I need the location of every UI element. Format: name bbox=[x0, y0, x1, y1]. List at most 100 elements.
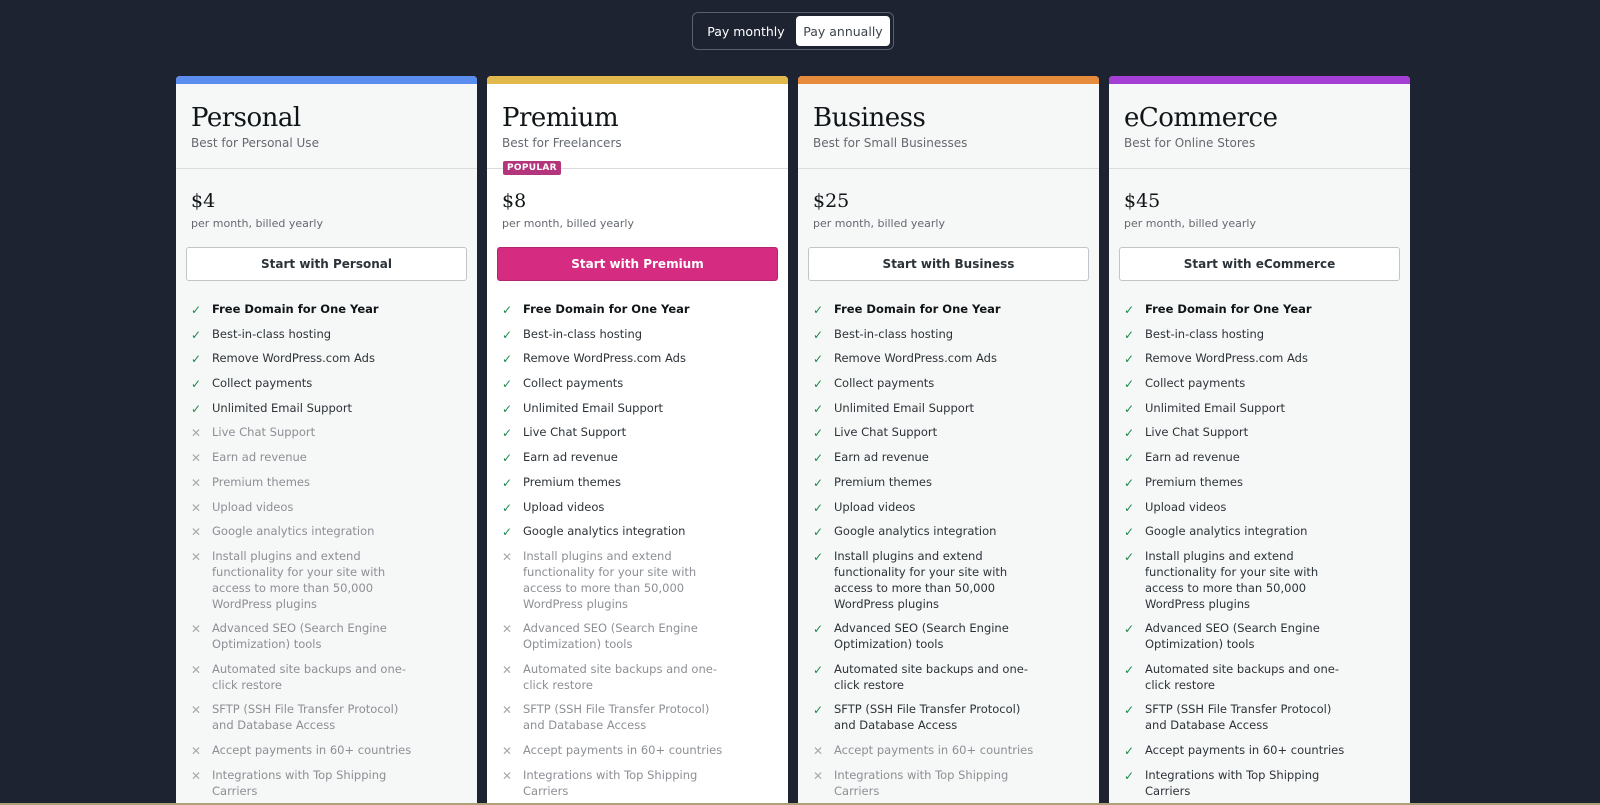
feature-label: Automated site backups and one-click res… bbox=[212, 661, 406, 692]
feature-item: ✕ SFTP (SSH File Transfer Protocol) and D… bbox=[502, 701, 773, 733]
check-icon: ✓ bbox=[1124, 451, 1135, 466]
feature-list: ✓ Free Domain for One Year ✓ Best-in-class … bbox=[487, 281, 788, 799]
feature-label: Best-in-class hosting bbox=[523, 326, 643, 341]
feature-item: ✓ Collect payments bbox=[1124, 375, 1395, 400]
feature-label: Google analytics integration bbox=[1145, 524, 1308, 539]
feature-item: ✕ Install plugins and extend functionalit… bbox=[502, 548, 773, 612]
pay-monthly-button[interactable]: Pay monthly bbox=[696, 16, 796, 46]
cross-icon: ✕ bbox=[502, 662, 513, 677]
start-with-ecommerce-button[interactable]: Start with eCommerce bbox=[1119, 247, 1400, 281]
feature-label: Live Chat Support bbox=[1145, 425, 1249, 440]
plan-color-stripe bbox=[1109, 76, 1410, 84]
plan-tagline: Best for Small Businesses bbox=[813, 136, 968, 150]
check-icon: ✓ bbox=[191, 352, 202, 367]
check-icon: ✓ bbox=[191, 401, 202, 416]
feature-item: ✓ Collect payments bbox=[813, 375, 1084, 400]
feature-label: Accept payments in 60+ countries bbox=[523, 742, 723, 757]
cross-icon: ✕ bbox=[191, 475, 202, 490]
feature-label: Upload videos bbox=[523, 499, 605, 514]
feature-label: Google analytics integration bbox=[212, 524, 375, 539]
feature-item: ✓ Unlimited Email Support bbox=[502, 400, 773, 425]
plan-card-ecommerce: eCommerce Best for Online Stores $45 per mo… bbox=[1109, 76, 1410, 805]
cross-icon: ✕ bbox=[191, 426, 202, 441]
feature-label: Remove WordPress.com Ads bbox=[212, 351, 375, 366]
feature-item: ✓ Earn ad revenue bbox=[1124, 449, 1395, 474]
plan-name: eCommerce bbox=[1124, 103, 1278, 133]
cross-icon: ✕ bbox=[191, 500, 202, 515]
feature-item: ✓ Google analytics integration bbox=[502, 523, 773, 548]
plan-price-area: $25 per month, billed yearly bbox=[798, 169, 1099, 247]
feature-item: ✓ Premium themes bbox=[1124, 474, 1395, 499]
plan-color-stripe bbox=[487, 76, 788, 84]
plan-name: Business bbox=[813, 103, 926, 133]
feature-item: ✕ Integrations with Top Shipping Carriers bbox=[502, 767, 773, 799]
cross-icon: ✕ bbox=[191, 662, 202, 677]
feature-item: ✓ Unlimited Email Support bbox=[813, 400, 1084, 425]
check-icon: ✓ bbox=[502, 327, 513, 342]
feature-item: ✓ Free Domain for One Year bbox=[813, 301, 1084, 326]
start-with-personal-button[interactable]: Start with Personal bbox=[186, 247, 467, 281]
feature-item: ✓ Free Domain for One Year bbox=[191, 301, 462, 326]
start-with-premium-button[interactable]: Start with Premium bbox=[497, 247, 778, 281]
feature-label: Accept payments in 60+ countries bbox=[212, 742, 412, 757]
check-icon: ✓ bbox=[191, 327, 202, 342]
plan-header: Business Best for Small Businesses bbox=[798, 84, 1099, 169]
plan-color-stripe bbox=[176, 76, 477, 84]
plan-name: Premium bbox=[502, 103, 619, 133]
plan-color-stripe bbox=[798, 76, 1099, 84]
feature-item: ✕ Accept payments in 60+ countries bbox=[502, 742, 773, 767]
feature-label: Google analytics integration bbox=[834, 524, 997, 539]
check-icon: ✓ bbox=[502, 401, 513, 416]
check-icon: ✓ bbox=[813, 401, 824, 416]
feature-label: Unlimited Email Support bbox=[212, 400, 353, 415]
feature-label: Automated site backups and one-click res… bbox=[1145, 661, 1339, 692]
cross-icon: ✕ bbox=[191, 743, 202, 758]
feature-item: ✓ Advanced SEO (Search Engine Optimizatio… bbox=[813, 620, 1084, 652]
check-icon: ✓ bbox=[813, 303, 824, 317]
check-icon: ✓ bbox=[502, 451, 513, 466]
feature-item: ✓ Best-in-class hosting bbox=[1124, 326, 1395, 351]
feature-label: Earn ad revenue bbox=[1145, 450, 1240, 465]
feature-label: Collect payments bbox=[212, 376, 313, 391]
feature-label: Free Domain for One Year bbox=[523, 302, 690, 316]
pay-annually-button[interactable]: Pay annually bbox=[795, 16, 890, 46]
cross-icon: ✕ bbox=[191, 703, 202, 718]
check-icon: ✓ bbox=[1124, 743, 1135, 758]
feature-label: Remove WordPress.com Ads bbox=[1145, 351, 1308, 366]
feature-label: SFTP (SSH File Transfer Protocol) and Da… bbox=[1145, 702, 1332, 733]
plan-price-note: per month, billed yearly bbox=[1124, 217, 1256, 230]
feature-label: Earn ad revenue bbox=[212, 450, 307, 465]
feature-label: Install plugins and extend functionality… bbox=[834, 548, 1008, 611]
feature-label: Unlimited Email Support bbox=[1145, 400, 1286, 415]
plan-header: Premium Best for Freelancers bbox=[487, 84, 788, 169]
feature-item: ✓ Premium themes bbox=[813, 474, 1084, 499]
feature-item: ✓ Live Chat Support bbox=[813, 424, 1084, 449]
feature-item: ✓ Install plugins and extend functionalit… bbox=[1124, 548, 1395, 612]
feature-item: ✓ Free Domain for One Year bbox=[502, 301, 773, 326]
start-with-business-button[interactable]: Start with Business bbox=[808, 247, 1089, 281]
feature-label: Premium themes bbox=[523, 474, 621, 489]
check-icon: ✓ bbox=[502, 500, 513, 515]
feature-label: Advanced SEO (Search Engine Optimization… bbox=[212, 621, 387, 652]
check-icon: ✓ bbox=[813, 377, 824, 392]
plan-card-personal: Personal Best for Personal Use $4 per month… bbox=[176, 76, 477, 805]
cross-icon: ✕ bbox=[502, 622, 513, 637]
feature-label: Free Domain for One Year bbox=[834, 302, 1001, 316]
feature-label: Best-in-class hosting bbox=[834, 326, 954, 341]
feature-label: Premium themes bbox=[212, 474, 310, 489]
cross-icon: ✕ bbox=[813, 768, 824, 783]
check-icon: ✓ bbox=[813, 426, 824, 441]
check-icon: ✓ bbox=[502, 352, 513, 367]
feature-item: ✓ Remove WordPress.com Ads bbox=[191, 350, 462, 375]
feature-label: Advanced SEO (Search Engine Optimization… bbox=[834, 621, 1009, 652]
plan-cards: Personal Best for Personal Use $4 per month… bbox=[176, 76, 1410, 805]
check-icon: ✓ bbox=[1124, 303, 1135, 317]
plan-price-note: per month, billed yearly bbox=[191, 217, 323, 230]
feature-label: Install plugins and extend functionality… bbox=[1145, 548, 1319, 611]
feature-label: SFTP (SSH File Transfer Protocol) and Da… bbox=[834, 702, 1021, 733]
check-icon: ✓ bbox=[813, 662, 824, 677]
feature-item: ✓ Live Chat Support bbox=[1124, 424, 1395, 449]
feature-list: ✓ Free Domain for One Year ✓ Best-in-class … bbox=[176, 281, 477, 799]
check-icon: ✓ bbox=[1124, 549, 1135, 564]
feature-label: Premium themes bbox=[1145, 474, 1243, 489]
